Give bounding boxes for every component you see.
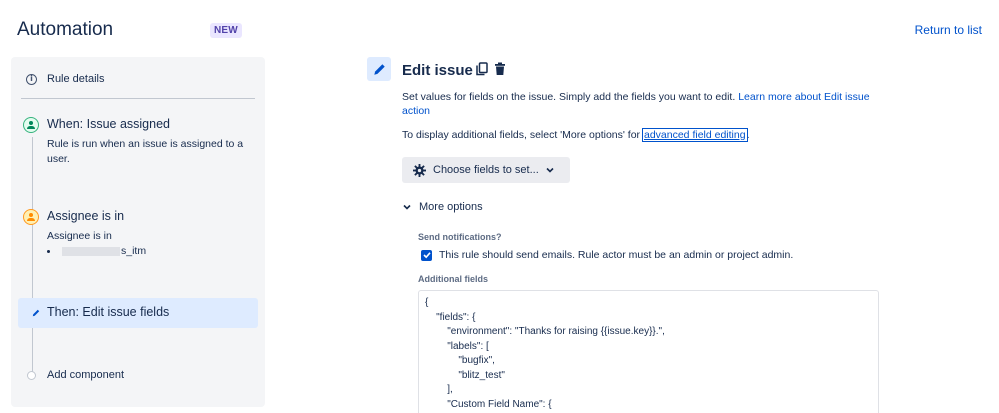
code-line: "labels": [ [425, 340, 489, 352]
edit-issue-title: Edit issue [402, 62, 473, 79]
rule-sidebar: i Rule details When: Issue assigned Rule… [11, 57, 265, 407]
rule-details-item[interactable]: i Rule details [26, 73, 104, 85]
timeline-line [32, 137, 33, 377]
choose-fields-button[interactable]: Choose fields to set... [402, 157, 570, 183]
choose-fields-label: Choose fields to set... [433, 164, 539, 176]
edit-issue-description: Set values for fields on the issue. Simp… [402, 90, 872, 118]
more-options-label: More options [419, 201, 483, 213]
redacted-value [62, 246, 120, 256]
step-action[interactable]: Then: Edit issue fields [18, 298, 258, 328]
return-to-list-link[interactable]: Return to list [915, 23, 982, 37]
code-line: ], [425, 384, 453, 395]
add-component-circle [27, 371, 36, 380]
person-icon [23, 209, 39, 225]
pencil-icon [32, 309, 40, 317]
app-title: Automation [17, 19, 114, 40]
description-text: Set values for fields on the issue. Simp… [402, 91, 736, 103]
additional-fields-editor[interactable]: { "fields": { "environment": "Thanks for… [418, 290, 879, 413]
code-line: "environment": "Thanks for raising {{iss… [425, 326, 665, 337]
gear-icon [413, 163, 426, 177]
hint-period: . [746, 129, 750, 141]
condition-bullet: s_itm [47, 245, 146, 257]
additional-fields-hint: To display additional fields, select 'Mo… [402, 128, 750, 142]
new-badge: NEW [210, 23, 242, 38]
step-condition-description: Assignee is in [47, 230, 112, 242]
code-line: "fields": { [425, 311, 476, 323]
send-notifications-text: This rule should send emails. Rule actor… [439, 249, 794, 261]
send-notifications-checkbox[interactable] [421, 249, 432, 261]
check-icon [422, 252, 431, 259]
info-icon: i [26, 73, 37, 85]
step-condition-title: Assignee is in [47, 209, 125, 223]
chevron-down-icon [403, 204, 411, 210]
add-component-link[interactable]: Add component [47, 369, 124, 381]
edit-action-badge [367, 57, 391, 81]
more-options-toggle[interactable]: More options [402, 201, 483, 213]
code-line: { [425, 297, 429, 308]
send-notifications-label: Send notifications? [418, 232, 502, 242]
bullet-dot [47, 249, 50, 253]
chevron-down-icon [546, 167, 554, 173]
step-trigger-title: When: Issue assigned [47, 117, 170, 131]
code-line: "Custom Field Name": { [425, 398, 552, 410]
copy-icon[interactable] [476, 62, 488, 76]
condition-value: s_itm [121, 245, 147, 257]
code-line: "blitz_test" [425, 369, 505, 381]
pencil-icon [373, 63, 385, 75]
step-action-title: Then: Edit issue fields [47, 305, 170, 319]
advanced-field-editing-link[interactable]: advanced field editing [641, 128, 748, 142]
send-notifications-row[interactable]: This rule should send emails. Rule actor… [421, 249, 793, 261]
divider [21, 98, 255, 99]
person-icon [23, 117, 39, 133]
code-line: "bugfix", [425, 355, 495, 366]
hint-text: To display additional fields, select 'Mo… [402, 129, 641, 141]
step-trigger-description: Rule is run when an issue is assigned to… [47, 138, 244, 165]
rule-details-label: Rule details [47, 73, 105, 85]
trash-icon[interactable] [494, 62, 506, 76]
additional-fields-label: Additional fields [418, 274, 489, 284]
